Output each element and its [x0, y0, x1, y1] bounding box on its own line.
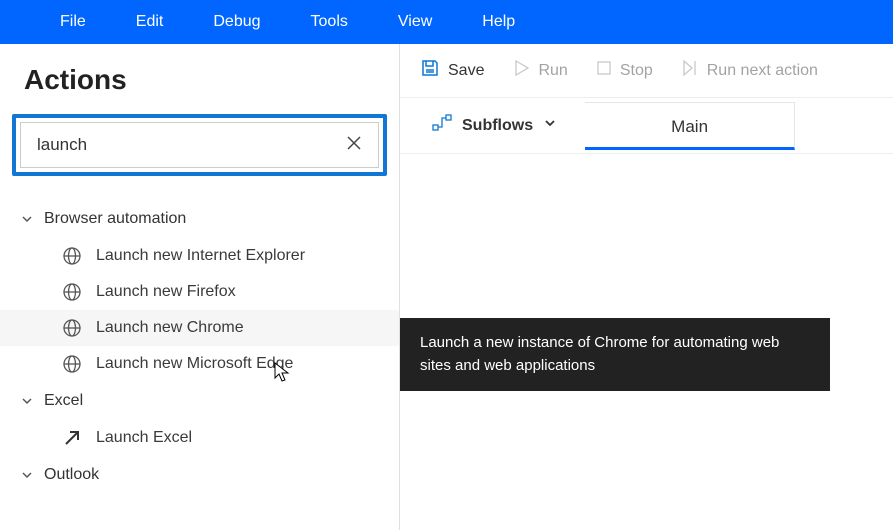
- action-launch-firefox[interactable]: Launch new Firefox: [0, 274, 399, 310]
- run-next-button[interactable]: Run next action: [681, 59, 818, 82]
- save-icon: [420, 58, 440, 83]
- globe-icon: [62, 282, 82, 302]
- run-label: Run: [538, 62, 567, 80]
- run-button[interactable]: Run: [512, 59, 567, 82]
- clear-icon[interactable]: [342, 131, 366, 160]
- chevron-down-icon: [20, 212, 34, 226]
- action-label: Launch new Microsoft Edge: [96, 355, 293, 373]
- globe-icon: [62, 318, 82, 338]
- menu-view[interactable]: View: [398, 13, 432, 31]
- search-highlight: [12, 114, 387, 176]
- main-panel: Save Run Stop Run next action: [400, 44, 893, 530]
- action-label: Launch new Internet Explorer: [96, 247, 305, 265]
- subflows-dropdown[interactable]: Subflows: [418, 113, 571, 138]
- action-launch-excel[interactable]: Launch Excel: [0, 420, 399, 456]
- subflows-label: Subflows: [462, 117, 533, 135]
- action-label: Launch new Chrome: [96, 319, 244, 337]
- action-label: Launch Excel: [96, 429, 192, 447]
- category-label: Outlook: [44, 466, 99, 484]
- chevron-down-icon: [20, 394, 34, 408]
- toolbar: Save Run Stop Run next action: [400, 44, 893, 98]
- subflows-icon: [432, 113, 452, 138]
- menu-edit[interactable]: Edit: [136, 13, 164, 31]
- menubar: File Edit Debug Tools View Help: [0, 0, 893, 44]
- menu-help[interactable]: Help: [482, 13, 515, 31]
- category-label: Browser automation: [44, 210, 186, 228]
- run-next-label: Run next action: [707, 62, 818, 80]
- tabs-bar: Subflows Main: [400, 98, 893, 154]
- play-icon: [512, 59, 530, 82]
- category-label: Excel: [44, 392, 83, 410]
- arrow-icon: [62, 428, 82, 448]
- globe-icon: [62, 354, 82, 374]
- stop-icon: [596, 60, 612, 81]
- save-label: Save: [448, 62, 484, 80]
- search-box[interactable]: [20, 122, 379, 168]
- flow-canvas[interactable]: Launch a new instance of Chrome for auto…: [400, 154, 893, 530]
- actions-title: Actions: [0, 64, 399, 114]
- menu-tools[interactable]: Tools: [311, 13, 348, 31]
- search-input[interactable]: [37, 135, 342, 155]
- actions-panel: Actions Browser automation Launch new In…: [0, 44, 400, 530]
- action-launch-ie[interactable]: Launch new Internet Explorer: [0, 238, 399, 274]
- action-launch-edge[interactable]: Launch new Microsoft Edge: [0, 346, 399, 382]
- menu-file[interactable]: File: [60, 13, 86, 31]
- tooltip: Launch a new instance of Chrome for auto…: [400, 318, 830, 391]
- save-button[interactable]: Save: [420, 58, 484, 83]
- stop-button[interactable]: Stop: [596, 60, 653, 81]
- action-launch-chrome[interactable]: Launch new Chrome: [0, 310, 399, 346]
- chevron-down-icon: [20, 468, 34, 482]
- stop-label: Stop: [620, 62, 653, 80]
- action-label: Launch new Firefox: [96, 283, 236, 301]
- step-icon: [681, 59, 699, 82]
- menu-debug[interactable]: Debug: [213, 13, 260, 31]
- tab-main[interactable]: Main: [585, 102, 795, 150]
- category-browser-automation[interactable]: Browser automation: [0, 200, 399, 238]
- category-outlook[interactable]: Outlook: [0, 456, 399, 494]
- chevron-down-icon: [543, 116, 557, 135]
- category-excel[interactable]: Excel: [0, 382, 399, 420]
- globe-icon: [62, 246, 82, 266]
